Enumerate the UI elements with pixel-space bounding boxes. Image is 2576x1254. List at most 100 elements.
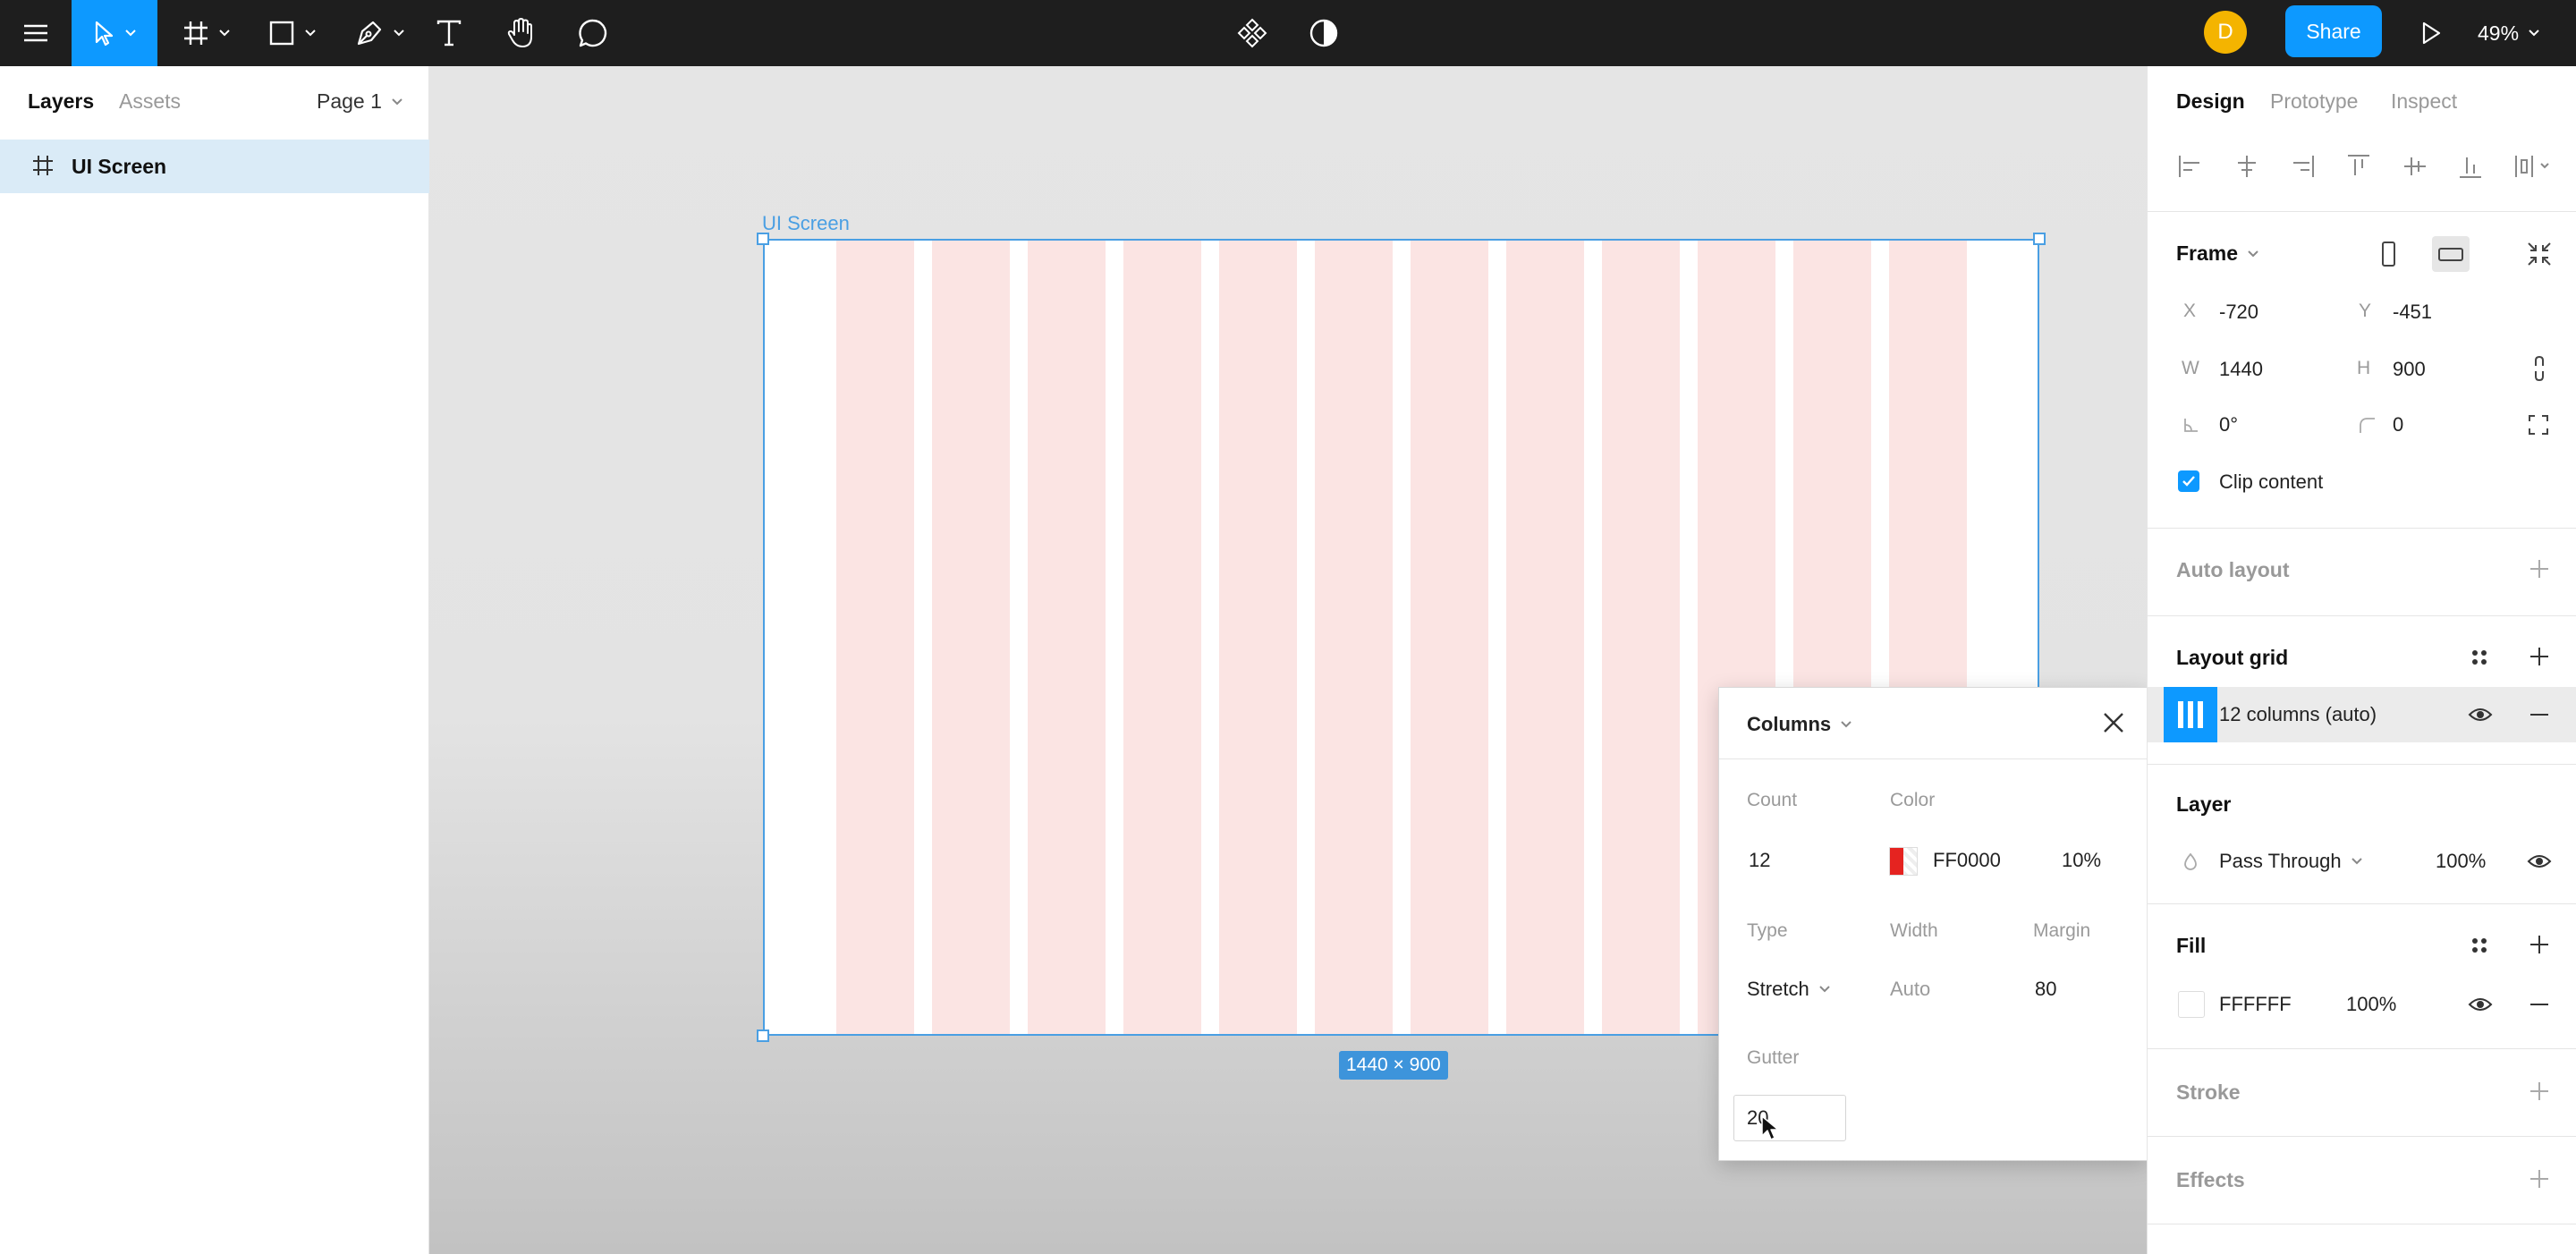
comment-tool-button[interactable] (572, 0, 614, 66)
hand-icon (507, 18, 532, 47)
h-input[interactable]: 900 (2393, 358, 2426, 381)
align-bottom-icon[interactable] (2456, 152, 2485, 181)
layer-name: UI Screen (72, 154, 167, 178)
divider (2148, 764, 2576, 765)
align-left-icon[interactable] (2176, 152, 2205, 181)
frame-tool-button[interactable] (175, 0, 238, 66)
blend-mode-dropdown[interactable]: Pass Through (2219, 850, 2363, 873)
present-button[interactable] (2411, 0, 2451, 66)
divider (2148, 615, 2576, 616)
w-label: W (2182, 358, 2199, 378)
close-icon[interactable] (2100, 709, 2127, 736)
count-input[interactable]: 12 (1749, 849, 1770, 872)
columns-grid-icon (2178, 701, 2203, 728)
grid-type-dropdown[interactable]: Columns (1747, 713, 1852, 736)
fill-opacity-input[interactable]: 100% (2346, 993, 2396, 1016)
width-input[interactable]: Auto (1890, 978, 1930, 1001)
landscape-orientation-button[interactable] (2432, 236, 2470, 272)
corner-radius-input[interactable]: 0 (2393, 413, 2403, 436)
fill-color-swatch[interactable] (2178, 991, 2205, 1018)
independent-corners-icon[interactable] (2527, 413, 2550, 436)
add-auto-layout-icon[interactable] (2527, 556, 2552, 581)
remove-icon[interactable] (2527, 703, 2552, 726)
fill-hex-input[interactable]: FFFFFF (2219, 993, 2292, 1016)
align-horizontal-center-icon[interactable] (2233, 152, 2261, 181)
resize-handle-top-left[interactable] (757, 233, 769, 245)
frame-icon (33, 156, 53, 175)
hand-tool-button[interactable] (501, 0, 540, 66)
comment-bubble-icon (579, 19, 607, 47)
portrait-orientation-icon[interactable] (2375, 238, 2402, 270)
grid-settings-button[interactable] (2164, 687, 2217, 742)
tab-layers[interactable]: Layers (28, 89, 94, 114)
share-button[interactable]: Share (2285, 5, 2382, 57)
page-selector[interactable]: Page 1 (317, 89, 403, 114)
grid-column (932, 241, 1010, 1034)
margin-input[interactable]: 80 (2035, 978, 2056, 1001)
layer-opacity-input[interactable]: 100% (2436, 850, 2486, 873)
toolbar: D Share 49% (0, 0, 2576, 66)
chevron-down-icon (125, 30, 136, 37)
user-avatar[interactable]: D (2204, 11, 2247, 54)
align-vertical-center-icon[interactable] (2401, 152, 2429, 181)
distribute-icon[interactable] (2512, 152, 2552, 181)
type-dropdown[interactable]: Stretch (1747, 978, 1831, 1001)
x-input[interactable]: -720 (2219, 301, 2258, 324)
tab-assets[interactable]: Assets (119, 89, 181, 114)
landscape-orientation-icon (2438, 248, 2463, 261)
text-tool-button[interactable] (429, 0, 469, 66)
grid-color-hex-input[interactable]: FF0000 (1933, 849, 2001, 872)
grid-color-opacity-input[interactable]: 10% (2062, 849, 2101, 872)
grid-column (1219, 241, 1297, 1034)
zoom-value: 49% (2478, 21, 2520, 45)
w-input[interactable]: 1440 (2219, 358, 2263, 381)
resize-to-fit-icon[interactable] (2525, 240, 2554, 268)
stroke-section-title: Stroke (2176, 1080, 2241, 1104)
layout-grid-item[interactable]: 12 columns (auto) (2148, 687, 2576, 742)
add-effect-icon[interactable] (2527, 1166, 2552, 1191)
layer-item-ui-screen[interactable]: UI Screen (0, 140, 429, 193)
frame-preset-dropdown[interactable]: Frame (2176, 241, 2259, 266)
main-menu-button[interactable] (13, 0, 59, 66)
tab-prototype[interactable]: Prototype (2270, 89, 2358, 114)
popover-header: Columns (1719, 688, 2148, 759)
grid-color-swatch[interactable] (1889, 847, 1918, 876)
grid-column (836, 241, 914, 1034)
grid-column (1315, 241, 1393, 1034)
components-button[interactable] (1233, 0, 1272, 66)
add-stroke-icon[interactable] (2527, 1079, 2552, 1104)
frame-name-label[interactable]: UI Screen (762, 212, 850, 235)
clip-content-checkbox[interactable] (2178, 470, 2199, 492)
grid-type-label: Columns (1747, 713, 1832, 735)
pen-tool-button[interactable] (349, 0, 411, 66)
tab-design[interactable]: Design (2176, 89, 2245, 114)
columns-settings-popover: Columns Count Color 12 FF0000 10% Type W… (1718, 687, 2148, 1161)
constrain-proportions-icon[interactable] (2532, 354, 2546, 383)
clip-content-label: Clip content (2219, 470, 2324, 493)
tab-inspect[interactable]: Inspect (2391, 89, 2457, 114)
zoom-dropdown[interactable]: 49% (2478, 0, 2540, 66)
rotation-input[interactable]: 0° (2219, 413, 2238, 436)
theme-toggle-button[interactable] (1304, 0, 1343, 66)
move-tool-button[interactable] (72, 0, 157, 66)
fill-styles-icon[interactable] (2468, 934, 2491, 957)
pen-icon (357, 21, 382, 46)
eye-icon[interactable] (2468, 703, 2493, 726)
gutter-input[interactable]: 20 (1733, 1095, 1846, 1141)
resize-handle-top-right[interactable] (2033, 233, 2046, 245)
add-fill-icon[interactable] (2527, 932, 2552, 957)
eye-icon[interactable] (2468, 993, 2493, 1016)
chevron-down-icon (1841, 721, 1852, 728)
align-top-icon[interactable] (2344, 152, 2373, 181)
y-input[interactable]: -451 (2393, 301, 2432, 324)
text-icon (436, 20, 462, 47)
chevron-down-icon (1818, 986, 1830, 993)
add-layout-grid-icon[interactable] (2527, 644, 2552, 669)
align-right-icon[interactable] (2288, 152, 2317, 181)
resize-handle-bottom-left[interactable] (757, 1029, 769, 1042)
chevron-down-icon (2529, 30, 2539, 37)
shape-tool-button[interactable] (261, 0, 324, 66)
eye-icon[interactable] (2527, 850, 2552, 873)
remove-fill-icon[interactable] (2527, 993, 2552, 1016)
grid-styles-icon[interactable] (2468, 646, 2491, 669)
